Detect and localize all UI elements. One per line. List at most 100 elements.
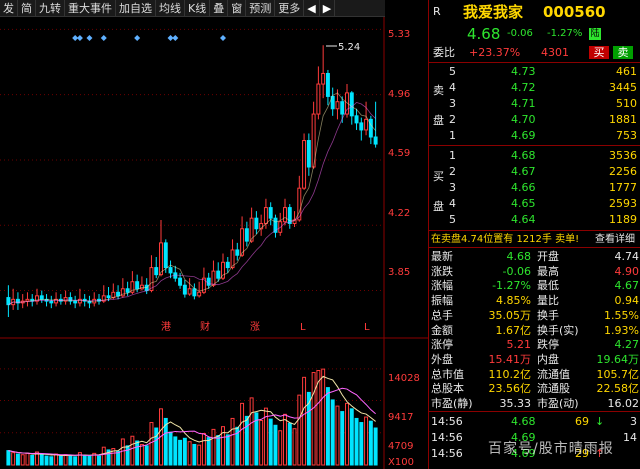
price-change-pct: -1.27% <box>547 28 583 39</box>
price-line: 4.68 -0.06 -1.27% 陆 <box>429 25 640 43</box>
candle-body <box>125 288 130 293</box>
volume-bar <box>230 417 235 466</box>
volume-bar <box>283 413 287 466</box>
volume-bar <box>321 368 326 466</box>
toolbar-item-more[interactable]: 更多 <box>275 0 305 17</box>
order-volume: 3445 <box>609 81 637 94</box>
order-price: 4.68 <box>511 149 536 162</box>
order-level: 4 <box>449 81 456 94</box>
toolbar-item-major-events[interactable]: 重大事件 <box>65 0 116 17</box>
volume-bar <box>182 437 187 466</box>
toolbar-item-add-watchlist[interactable]: 加自选 <box>116 0 156 17</box>
order-book-row[interactable]: 4 4.65 2593 <box>429 196 640 211</box>
buy-side-label: 盘 <box>433 200 444 213</box>
volume-bar <box>287 422 292 466</box>
order-book-row[interactable]: 2 4.70 1881 <box>429 112 640 127</box>
kline-chart[interactable]: 5.33 4.96 4.59 4.22 3.85 5.24 港 财 涨 L L … <box>0 17 428 469</box>
stat-row: 涨幅 -1.27% 最低 4.67 <box>429 278 640 293</box>
toolbar-item-overlay[interactable]: 叠 <box>210 0 229 17</box>
candle-body <box>106 295 111 299</box>
price-tick-label: 3.85 <box>388 267 410 278</box>
volume-bar <box>192 443 197 466</box>
order-price: 4.70 <box>511 113 536 126</box>
price-tick-label: 4.96 <box>388 89 410 100</box>
candle-body <box>149 267 154 292</box>
stat-value: 15.41万 <box>488 352 532 366</box>
stat-value: 105.7亿 <box>596 367 640 381</box>
volume-bar <box>54 453 59 466</box>
tick-direction-icon: ↓ <box>595 415 605 428</box>
order-book-row[interactable]: 4 4.72 3445 <box>429 80 640 95</box>
toolbar-item-fa[interactable]: 发 <box>0 0 18 17</box>
stat-label: 涨跌 <box>431 264 453 278</box>
candle-body <box>354 115 359 124</box>
volume-bar <box>87 455 92 466</box>
weibi-diff: 4301 <box>541 46 569 59</box>
volume-bar <box>206 437 211 466</box>
buy-button[interactable]: 买 <box>589 46 609 59</box>
order-book-row[interactable]: 1 4.68 3536 <box>429 148 640 163</box>
volume-bar <box>39 454 44 466</box>
candle-body <box>283 207 287 223</box>
order-book-row[interactable]: 2 4.67 2256 <box>429 164 640 179</box>
candle-body <box>216 270 221 279</box>
volume-bar <box>125 445 130 466</box>
order-book-row[interactable]: 5 4.73 461 <box>429 64 640 79</box>
notice-detail-link[interactable]: 查看详细 <box>595 232 635 247</box>
candle-body <box>187 288 192 295</box>
toolbar-item-kline[interactable]: K线 <box>185 0 211 17</box>
sell-button[interactable]: 卖 <box>613 46 633 59</box>
volume-bar <box>30 454 35 466</box>
order-book-row[interactable]: 1 4.69 753 <box>429 128 640 143</box>
toolbar-item-moving-average[interactable]: 均线 <box>156 0 185 17</box>
event-diamond-icon <box>220 35 226 41</box>
volume-ma-lines <box>8 375 376 457</box>
volume-bar <box>44 455 49 466</box>
candle-body <box>349 92 354 117</box>
volume-bar <box>68 454 73 466</box>
stat-label: 振幅 <box>431 294 453 308</box>
order-book-row[interactable]: 3 4.71 510 <box>429 96 640 111</box>
divider <box>429 411 640 412</box>
candle-body <box>197 291 202 297</box>
toolbar-item-window[interactable]: 窗 <box>228 0 247 17</box>
stat-value: 19.64万 <box>596 352 640 366</box>
toolbar-item-forecast[interactable]: 预测 <box>246 0 276 17</box>
candle-body <box>73 300 78 304</box>
volume-bar <box>368 420 373 466</box>
candle-body <box>135 281 140 290</box>
price-tick-label: 4.59 <box>388 148 410 159</box>
order-book-row[interactable]: 5 4.64 1189 <box>429 212 640 227</box>
volume-bar <box>197 444 202 466</box>
order-price: 4.72 <box>511 81 536 94</box>
candle-body <box>211 270 216 286</box>
volume-bar <box>11 452 16 466</box>
event-diamond-icon <box>172 35 179 41</box>
price-tick-label: 4.22 <box>388 208 410 219</box>
candle-body <box>192 288 197 297</box>
volume-bar <box>73 456 78 466</box>
toolbar-item-jiuzhuan[interactable]: 九转 <box>36 0 65 17</box>
order-volume: 461 <box>616 65 637 78</box>
divider <box>429 230 640 231</box>
notice-text: 在卖盘4.74位置有 1212手 卖单! <box>431 234 580 245</box>
price-tick-label: 5.33 <box>388 29 410 40</box>
toolbar-item-jian[interactable]: 简 <box>18 0 36 17</box>
stat-value: 1.67亿 <box>495 323 532 337</box>
order-book-row[interactable]: 3 4.66 1777 <box>429 180 640 195</box>
candle-body <box>182 284 187 295</box>
prev-nav-icon[interactable]: ◀ <box>304 0 320 17</box>
volume-bar <box>201 432 206 466</box>
volume-bar <box>97 455 101 466</box>
order-price: 4.69 <box>511 129 536 142</box>
tick-time: 14:56 <box>431 447 463 460</box>
next-nav-icon[interactable]: ▶ <box>320 0 336 17</box>
price-change: -0.06 <box>507 28 533 39</box>
candle-body <box>340 101 345 115</box>
tick-time: 14:56 <box>431 431 463 444</box>
market-flag-badge: 陆 <box>589 28 601 40</box>
volume-ma-line <box>8 375 376 457</box>
stat-label: 市盈(动) <box>537 397 579 410</box>
sell-side-label: 盘 <box>433 114 444 127</box>
candle-body <box>268 207 273 219</box>
